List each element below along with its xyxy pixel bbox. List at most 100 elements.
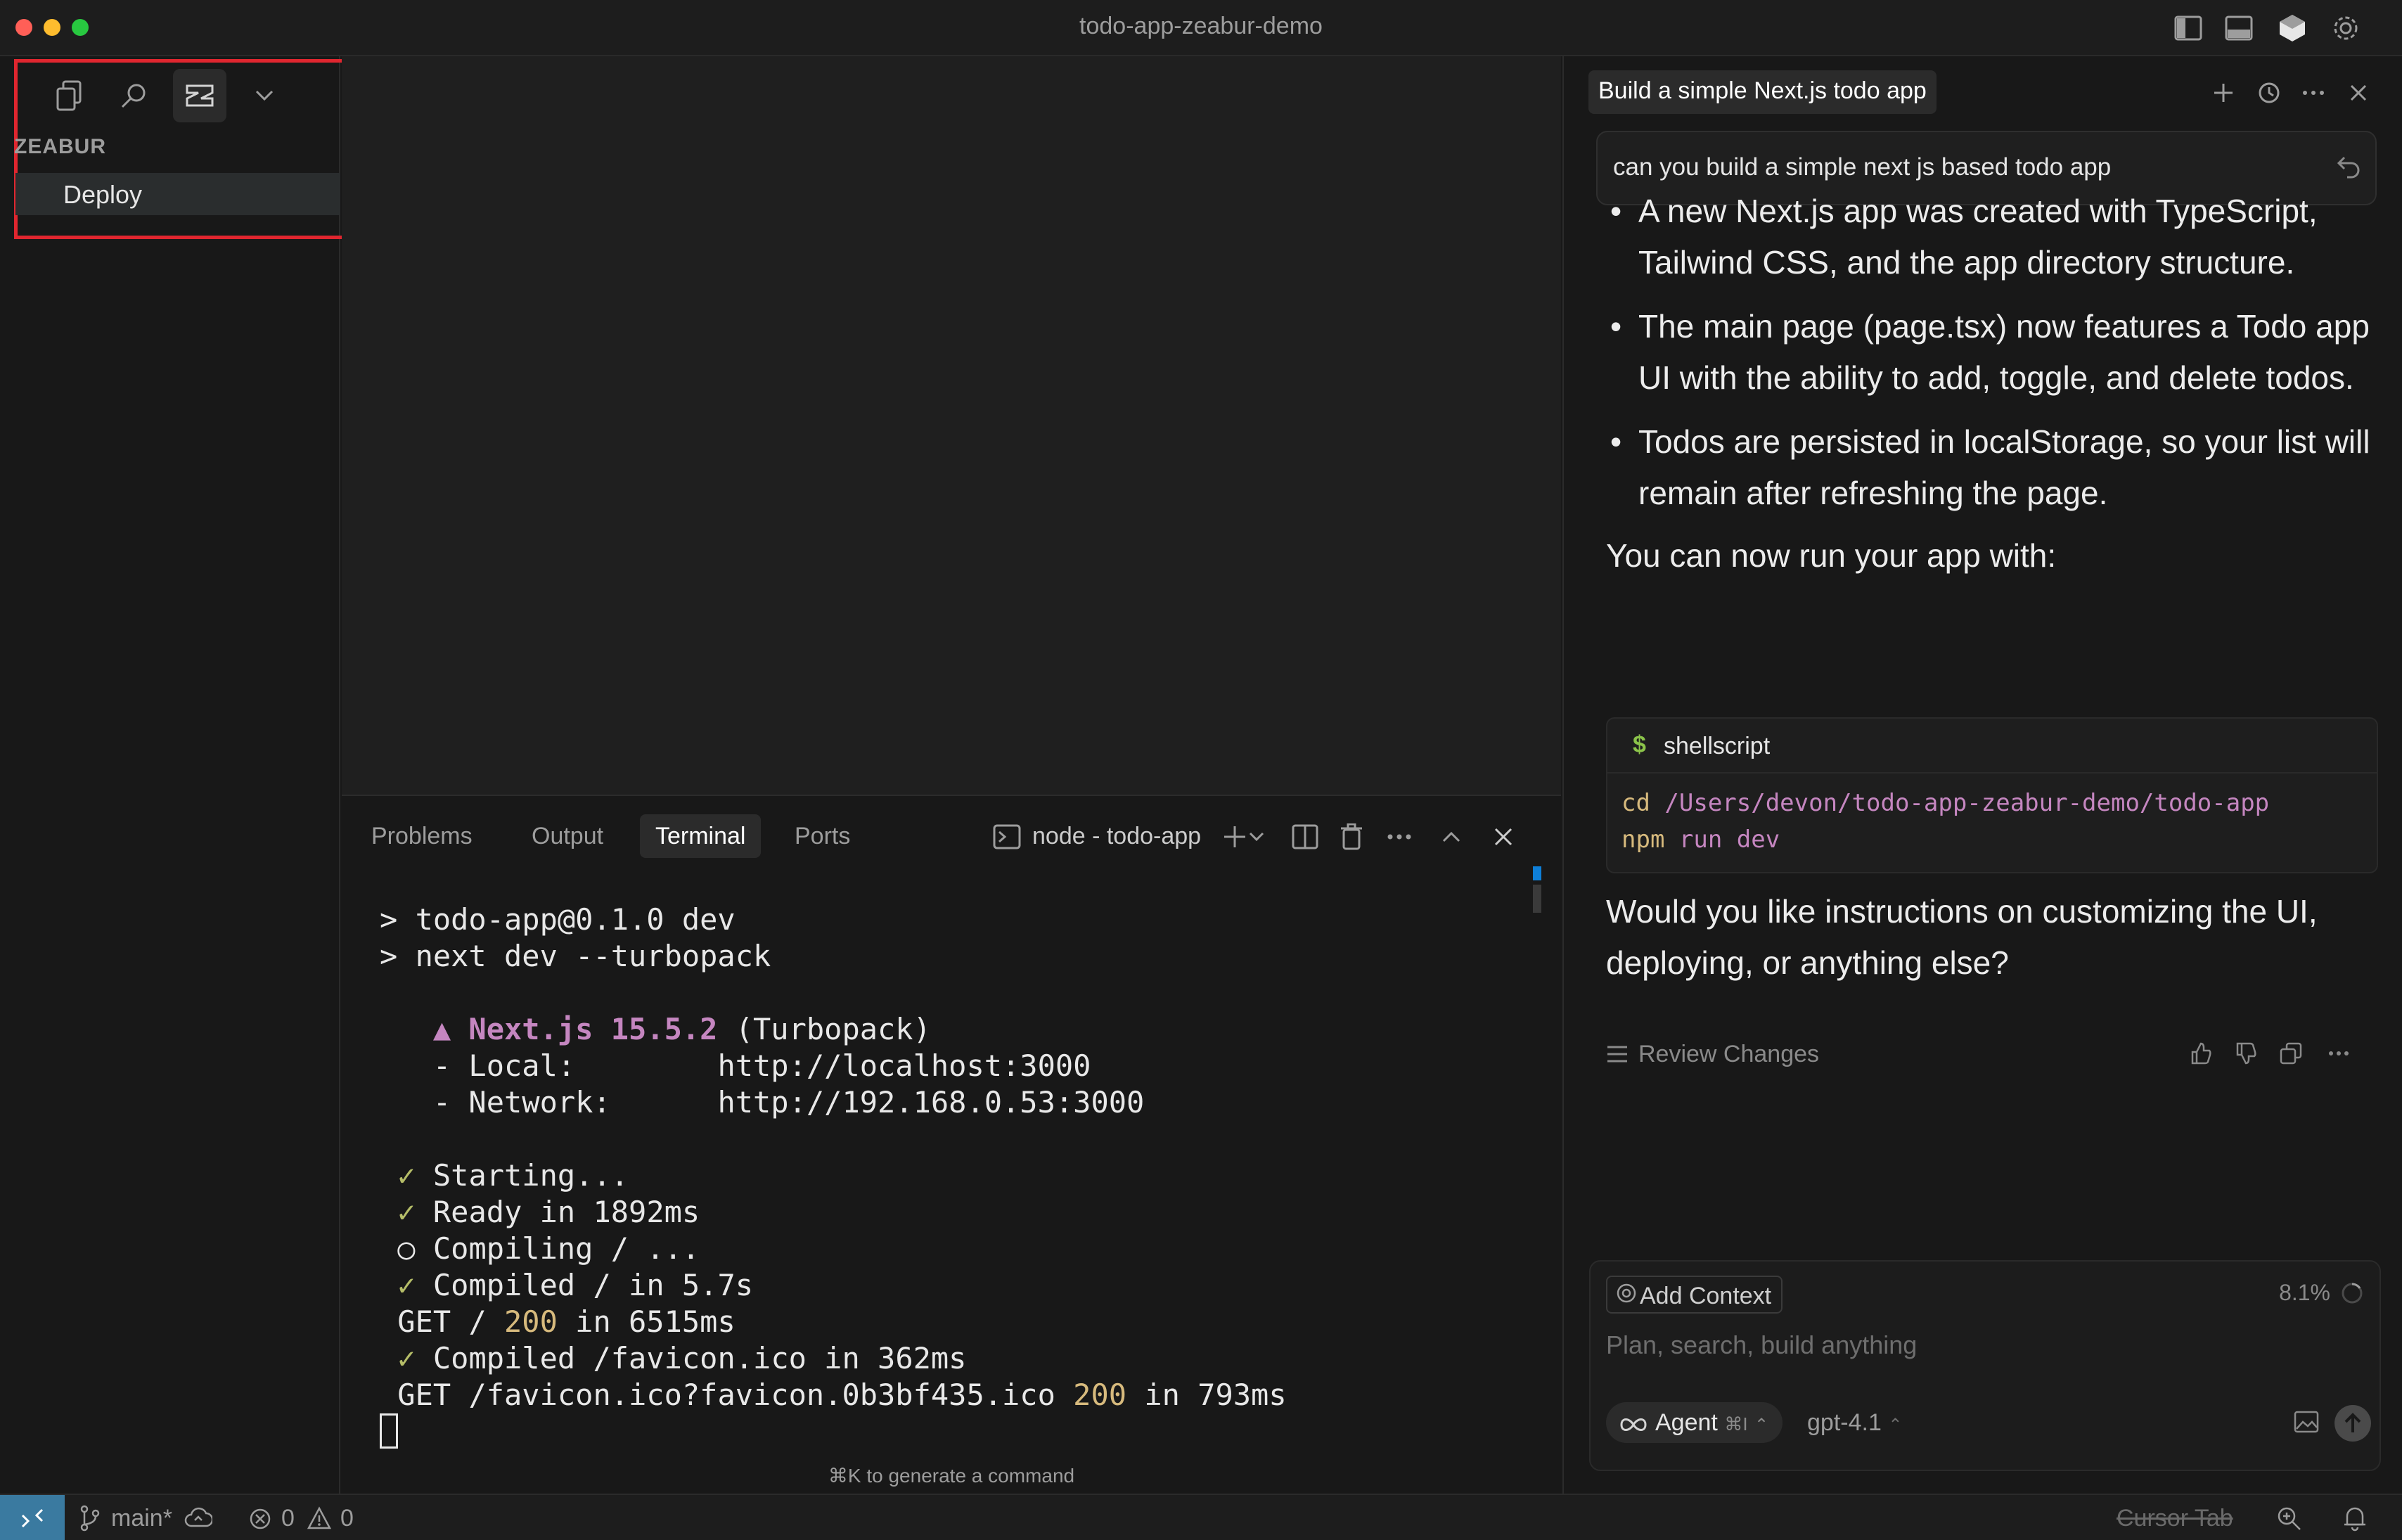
- maximize-panel-chevron-up-icon[interactable]: [1436, 821, 1467, 852]
- close-chat-icon[interactable]: [2343, 77, 2374, 108]
- response-bullet: Todos are persisted in localStorage, so …: [1606, 416, 2372, 519]
- terminal-scrollbar[interactable]: [1533, 885, 1541, 913]
- sidebar-item-label: Deploy: [63, 180, 143, 209]
- compile-mark: ○: [397, 1231, 416, 1266]
- zoom-icon[interactable]: [2275, 1505, 2302, 1535]
- terminal-line: in 6515ms: [557, 1304, 736, 1339]
- model-name: gpt-4.1: [1807, 1409, 1882, 1436]
- check-mark: ✓: [397, 1195, 416, 1229]
- copy-icon[interactable]: [2275, 1038, 2306, 1069]
- model-selector[interactable]: gpt-4.1 ⌃: [1807, 1409, 1902, 1437]
- more-actions-icon[interactable]: [2323, 1038, 2354, 1069]
- zeabur-extension-icon[interactable]: [173, 69, 226, 122]
- terminal-line: ▲ Next.js 15.5.2: [432, 1012, 718, 1046]
- chat-panel: Build a simple Next.js todo app can you …: [1562, 56, 2402, 1494]
- cloud-sync-icon[interactable]: [184, 1506, 214, 1532]
- more-actions-icon[interactable]: [1384, 821, 1415, 852]
- context-usage-ring-icon: [2340, 1281, 2364, 1309]
- response-bullet: The main page (page.tsx) now features a …: [1606, 301, 2372, 404]
- tab-ports[interactable]: Ports: [779, 814, 866, 858]
- agent-label: Agent: [1655, 1409, 1718, 1436]
- infinity-icon: [1619, 1412, 1648, 1439]
- warning-count[interactable]: 0: [340, 1505, 354, 1532]
- chat-tab-title[interactable]: Build a simple Next.js todo app: [1588, 70, 1937, 114]
- new-chat-plus-icon[interactable]: [2208, 77, 2239, 108]
- search-icon[interactable]: [107, 69, 160, 122]
- terminal-line: - Network: http://192.168.0.53:3000: [432, 1085, 1145, 1119]
- agent-mode-selector[interactable]: Agent ⌘I ⌃: [1606, 1402, 1783, 1443]
- status-bar: main* 0 0 Cursor Tab: [0, 1494, 2402, 1540]
- code-block[interactable]: $ shellscript cd /Users/devon/todo-app-z…: [1606, 717, 2378, 873]
- assistant-response: A new Next.js app was created with TypeS…: [1606, 186, 2372, 582]
- split-terminal-icon[interactable]: [1290, 821, 1321, 852]
- thumbs-down-icon[interactable]: [2230, 1038, 2261, 1069]
- error-icon[interactable]: [249, 1508, 271, 1534]
- editor-area[interactable]: [342, 56, 1561, 795]
- revert-icon[interactable]: [2336, 153, 2361, 182]
- terminal-line: > todo-app@0.1.0 dev: [380, 902, 736, 937]
- settings-gear-icon[interactable]: [2329, 11, 2363, 45]
- terminal-line: (Turbopack): [717, 1012, 931, 1046]
- terminal-output[interactable]: > todo-app@0.1.0 dev > next dev --turbop…: [380, 901, 1287, 1413]
- thumbs-up-icon[interactable]: [2185, 1038, 2216, 1069]
- terminal-icon: [991, 821, 1022, 852]
- generate-command-hint: ⌘K to generate a command: [828, 1465, 1075, 1487]
- bottom-panel: Problems Output Terminal Ports node - to…: [342, 795, 1561, 1494]
- user-query-text: can you build a simple next js based tod…: [1613, 153, 2112, 181]
- response-bullet-list: A new Next.js app was created with TypeS…: [1606, 186, 2372, 519]
- tab-problems[interactable]: Problems: [356, 814, 488, 858]
- sidebar-section-title: ZEABUR: [14, 135, 106, 158]
- cursor-tab-status[interactable]: Cursor Tab: [2117, 1505, 2233, 1532]
- chevron-up-icon: ⌃: [1888, 1416, 1903, 1435]
- terminal-line: Compiling / ...: [415, 1231, 700, 1266]
- toggle-panel-icon[interactable]: [2222, 11, 2256, 45]
- tab-terminal[interactable]: Terminal: [640, 814, 762, 858]
- explorer-icon[interactable]: [42, 69, 96, 122]
- warning-icon[interactable]: [307, 1506, 332, 1534]
- add-context-label: Add Context: [1640, 1283, 1772, 1309]
- terminal-line: - Local: http://localhost:3000: [432, 1048, 1091, 1083]
- review-changes-button[interactable]: Review Changes: [1638, 1041, 1819, 1068]
- sidebar-item-deploy[interactable]: Deploy: [15, 173, 340, 215]
- remote-connection-button[interactable]: [0, 1495, 65, 1540]
- status-code: 200: [1073, 1378, 1127, 1412]
- trash-icon[interactable]: [1336, 821, 1367, 852]
- image-upload-icon[interactable]: [2294, 1411, 2319, 1437]
- toggle-sidebar-icon[interactable]: [2171, 11, 2205, 45]
- send-button[interactable]: [2334, 1405, 2371, 1442]
- code-content: cd /Users/devon/todo-app-zeabur-demo/tod…: [1621, 785, 2269, 858]
- code-argument: /Users/devon/todo-app-zeabur-demo/todo-a…: [1650, 789, 2270, 817]
- terminal-line: Starting...: [415, 1158, 629, 1193]
- code-command: cd: [1621, 789, 1650, 817]
- follow-up-question: Would you like instructions on customizi…: [1606, 893, 2318, 981]
- git-branch-icon: [79, 1505, 101, 1535]
- add-context-button[interactable]: Add Context: [1606, 1276, 1783, 1314]
- code-language-label: shellscript: [1664, 733, 1771, 759]
- cursor-logo-icon[interactable]: [2275, 11, 2309, 45]
- tab-output[interactable]: Output: [516, 814, 619, 858]
- notifications-bell-icon[interactable]: [2343, 1505, 2367, 1535]
- chevron-down-icon[interactable]: [1246, 821, 1267, 852]
- code-command: npm: [1621, 826, 1665, 854]
- terminal-name[interactable]: node - todo-app: [1032, 823, 1201, 850]
- terminal-line: GET /: [397, 1304, 505, 1339]
- code-divider: [1607, 772, 2377, 774]
- chevron-up-icon: ⌃: [1754, 1416, 1769, 1435]
- git-branch-name[interactable]: main*: [111, 1505, 172, 1532]
- arrow-up-icon: [2344, 1413, 2361, 1432]
- window-title: todo-app-zeabur-demo: [1079, 13, 1323, 39]
- sidebar: ZEABUR Deploy: [0, 56, 359, 1494]
- terminal-line: > next dev --turbopack: [380, 939, 771, 973]
- error-count[interactable]: 0: [281, 1505, 295, 1532]
- history-icon[interactable]: [2253, 77, 2284, 108]
- composer-input[interactable]: Plan, search, build anything: [1606, 1330, 1917, 1360]
- agent-shortcut: ⌘I: [1724, 1413, 1748, 1435]
- close-panel-icon[interactable]: [1488, 821, 1519, 852]
- terminal-line: Compiled / in 5.7s: [415, 1268, 754, 1302]
- chevron-down-icon[interactable]: [238, 69, 291, 122]
- chat-composer[interactable]: Add Context 8.1% Plan, search, build any…: [1589, 1260, 2381, 1471]
- context-usage-percent: 8.1%: [2279, 1280, 2330, 1305]
- status-code: 200: [504, 1304, 558, 1339]
- terminal-line: GET /favicon.ico?favicon.0b3bf435.ico: [397, 1378, 1074, 1412]
- more-actions-icon[interactable]: [2298, 77, 2329, 108]
